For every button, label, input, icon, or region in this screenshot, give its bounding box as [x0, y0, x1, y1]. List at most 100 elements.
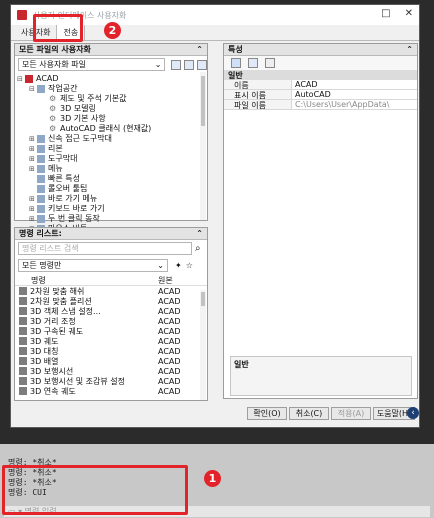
- command-icon: [19, 387, 27, 395]
- autocad-app-icon: [17, 10, 27, 20]
- workspace-icon: ⚙: [49, 104, 57, 113]
- folder-icon: [37, 205, 45, 213]
- command-row[interactable]: 2차원 맞춤 해쉬 ACAD: [15, 286, 207, 296]
- expand-toggle-icon[interactable]: ⊞: [29, 164, 37, 174]
- workspace-icon: ⚙: [49, 94, 57, 103]
- command-search-input[interactable]: 명령 리스트 검색: [18, 242, 192, 255]
- acad-file-icon: [25, 75, 33, 83]
- tree-item[interactable]: ⚙ 제도 및 주석 기본값: [17, 94, 205, 104]
- expand-toggle-icon[interactable]: ⊞: [29, 134, 37, 144]
- ok-button[interactable]: 확인(O): [247, 407, 287, 420]
- tree-item[interactable]: 롤오버 툴팁: [17, 184, 205, 194]
- command-row[interactable]: 2차원 맞춤 플리션 ACAD: [15, 296, 207, 306]
- apply-button[interactable]: 적용(A): [331, 407, 371, 420]
- expand-toggle-icon[interactable]: ⊟: [17, 74, 25, 84]
- tree-item[interactable]: ⊟ ACAD: [17, 74, 205, 84]
- close-icon[interactable]: ✕: [405, 8, 413, 19]
- folder-icon: [37, 145, 45, 153]
- tree-item[interactable]: ⊞ 바로 가기 메뉴: [17, 194, 205, 204]
- star-icon[interactable]: ☆: [186, 261, 193, 270]
- command-row[interactable]: 3D 거리 조정 ACAD: [15, 316, 207, 326]
- sort-az-icon[interactable]: [248, 58, 258, 68]
- expand-toggle-icon[interactable]: ⊞: [29, 154, 37, 164]
- save-icon[interactable]: [184, 59, 195, 70]
- command-row[interactable]: 3D 구속된 궤도 ACAD: [15, 326, 207, 336]
- expand-toggle-icon[interactable]: ⊞: [29, 214, 37, 224]
- command-source: ACAD: [158, 306, 181, 316]
- command-icon: [19, 287, 27, 295]
- minimize-icon[interactable]: □: [381, 8, 390, 19]
- command-row[interactable]: 3D 연속 궤도 ACAD: [15, 386, 207, 396]
- command-row[interactable]: 3D 대칭 ACAD: [15, 346, 207, 356]
- cancel-button[interactable]: 취소(C): [289, 407, 329, 420]
- property-grid: 일반 이름 ACAD 표시 이름 AutoCAD 파일 이름 C:\Users\User\…: [224, 70, 417, 110]
- tree-item[interactable]: ⊟ 작업공간: [17, 84, 205, 94]
- properties-header: 특성: [228, 45, 243, 54]
- marker-one: 1: [204, 470, 221, 487]
- tree-item[interactable]: ⚙ 3D 모델링: [17, 104, 205, 114]
- command-source: ACAD: [158, 346, 181, 356]
- command-icon: [19, 337, 27, 345]
- collapse-icon[interactable]: ⌃: [196, 229, 203, 238]
- tree-item-label: 키보드 바로 가기: [48, 204, 105, 213]
- folder-icon: [37, 155, 45, 163]
- tree-item[interactable]: ⚙ 3D 기본 사항: [17, 114, 205, 124]
- expand-toggle-icon[interactable]: ⊟: [29, 84, 37, 94]
- search-icon[interactable]: ⌕: [195, 243, 201, 254]
- property-value[interactable]: AutoCAD: [292, 90, 417, 99]
- folder-icon: [37, 185, 45, 193]
- expand-toggle-icon[interactable]: ⊞: [29, 204, 37, 214]
- collapse-icon[interactable]: ⌃: [196, 45, 203, 54]
- tree-item[interactable]: ⊞ 메뉴: [17, 164, 205, 174]
- col-source[interactable]: 원본: [158, 275, 173, 286]
- collapse-icon[interactable]: ⌃: [406, 45, 413, 54]
- tree-item-label: 리본: [48, 144, 63, 153]
- command-icon: [19, 347, 27, 355]
- property-row[interactable]: 표시 이름 AutoCAD: [224, 90, 417, 100]
- refresh-icon[interactable]: [197, 59, 208, 70]
- description-box: 일반: [230, 356, 412, 396]
- command-source: ACAD: [158, 286, 181, 296]
- tree-item[interactable]: ⊞ 리본: [17, 144, 205, 154]
- col-command[interactable]: 명령: [15, 275, 158, 286]
- tree-item-label: 롤오버 툴팁: [48, 184, 88, 193]
- new-command-icon[interactable]: ✦: [175, 261, 182, 270]
- tree-item-label: 메뉴: [48, 164, 63, 173]
- command-name: 3D 연속 궤도: [30, 386, 76, 396]
- highlight-box-transfer-tab: [33, 14, 83, 42]
- property-value[interactable]: C:\Users\User\AppData\: [292, 100, 417, 109]
- command-row[interactable]: 3D 보행시선 및 조감뷰 설정 ACAD: [15, 376, 207, 386]
- tree-item[interactable]: 빠른 특성: [17, 174, 205, 184]
- tree-item[interactable]: ⚙ AutoCAD 클래식 (현재값): [17, 124, 205, 134]
- folder-icon: [37, 175, 45, 183]
- property-page-icon[interactable]: [265, 58, 275, 68]
- command-row[interactable]: 3D 궤도 ACAD: [15, 336, 207, 346]
- highlight-box-command-line: [2, 465, 188, 515]
- tree-item[interactable]: ⊞ 두 번 클릭 동작: [17, 214, 205, 224]
- collapse-panel-icon[interactable]: ‹: [407, 407, 419, 419]
- tree-item[interactable]: ⊞ 키보드 바로 가기: [17, 204, 205, 214]
- categorized-icon[interactable]: [231, 58, 241, 68]
- property-group-general[interactable]: 일반: [224, 70, 417, 80]
- property-row[interactable]: 이름 ACAD: [224, 80, 417, 90]
- command-filter-combo[interactable]: 모든 명령만 ⌄: [18, 259, 168, 272]
- expand-toggle-icon[interactable]: ⊞: [29, 194, 37, 204]
- command-row[interactable]: 3D 배열 ACAD: [15, 356, 207, 366]
- property-value[interactable]: ACAD: [292, 80, 417, 89]
- property-row[interactable]: 파일 이름 C:\Users\User\AppData\: [224, 100, 417, 110]
- customize-tree: ⊟ ACAD ⊟ 작업공간 ⚙ 제도 및 주석 기본값 ⚙ 3D 모델링 ⚙ 3D 기본 사항 ⚙ A…: [15, 73, 207, 245]
- command-source: ACAD: [158, 336, 181, 346]
- tree-item[interactable]: ⊞ 도구막대: [17, 154, 205, 164]
- expand-toggle-icon[interactable]: ⊞: [29, 144, 37, 154]
- file-combo[interactable]: 모든 사용자화 파일 ⌄: [18, 58, 166, 71]
- tree-scrollbar[interactable]: [200, 72, 206, 220]
- tree-item-label: 3D 모델링: [60, 104, 96, 113]
- command-scrollbar[interactable]: [200, 290, 206, 400]
- tree-item-label: 신속 접근 도구막대: [48, 134, 112, 143]
- command-row[interactable]: 3D 객체 스냅 설정... ACAD: [15, 306, 207, 316]
- tree-item[interactable]: ⊞ 신속 접근 도구막대: [17, 134, 205, 144]
- chevron-down-icon: ⌄: [157, 261, 164, 270]
- command-row[interactable]: 3D 보행시선 ACAD: [15, 366, 207, 376]
- open-file-icon[interactable]: [171, 59, 182, 70]
- command-source: ACAD: [158, 376, 181, 386]
